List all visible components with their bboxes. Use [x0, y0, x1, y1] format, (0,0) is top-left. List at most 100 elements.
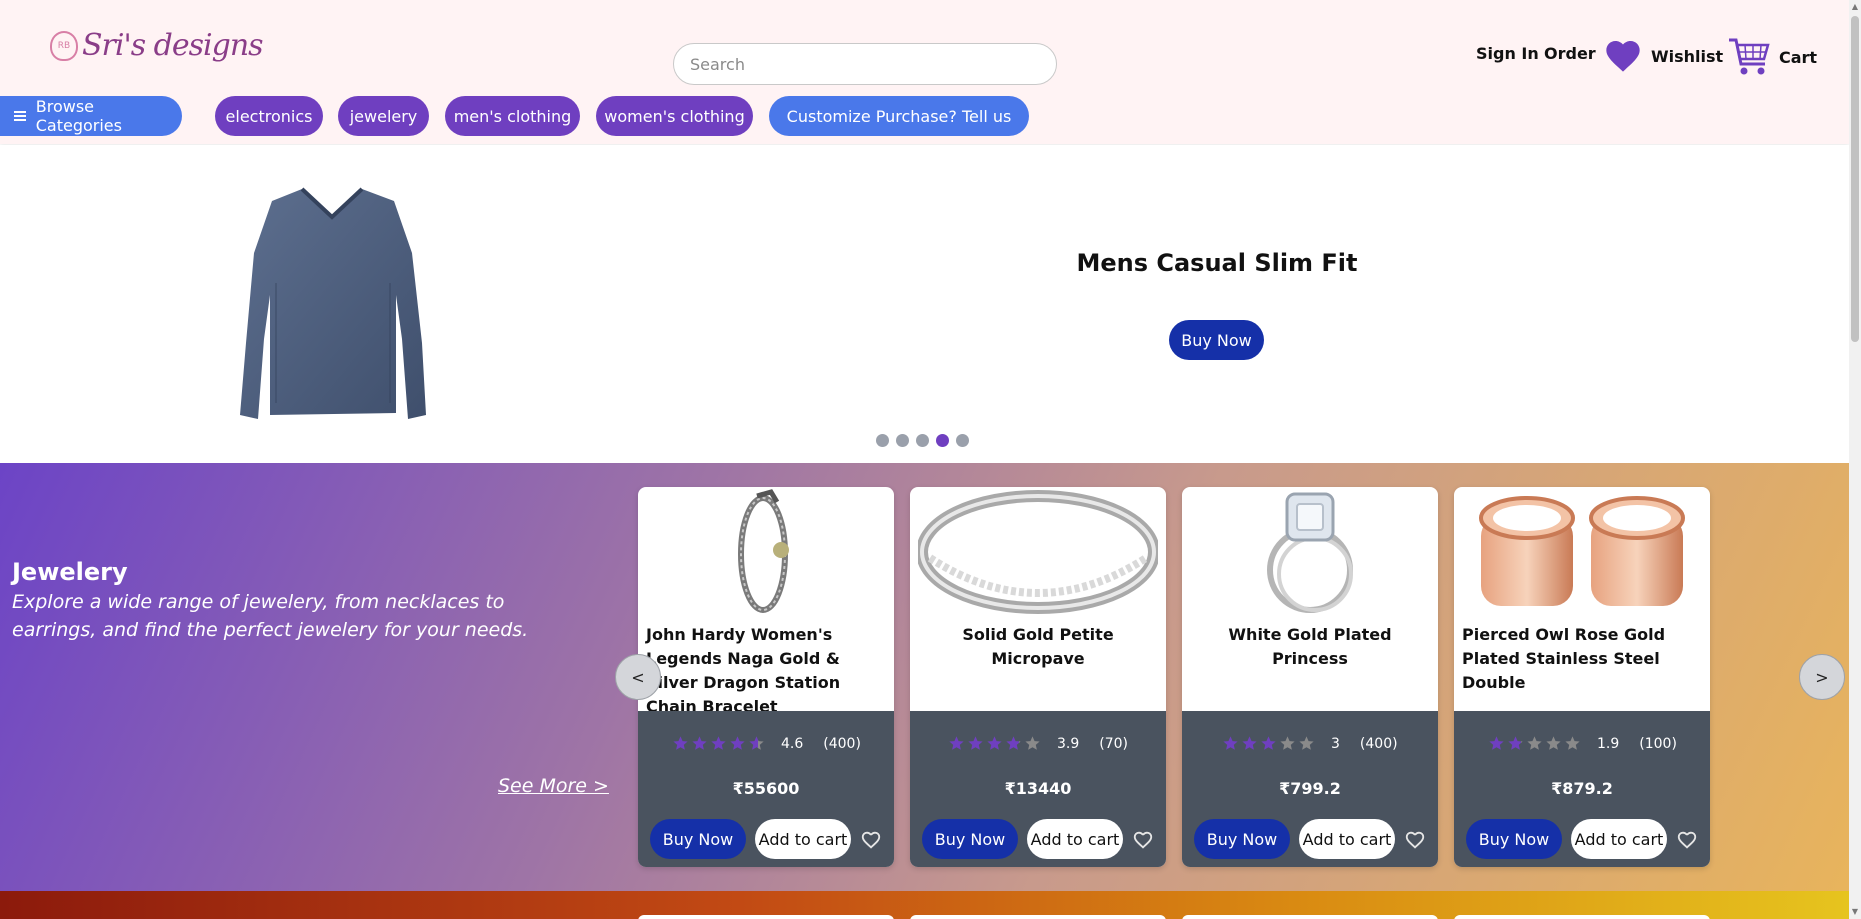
add-to-cart-button[interactable]: Add to cart [755, 819, 851, 859]
product-title[interactable]: Pierced Owl Rose Gold Plated Stainless S… [1462, 623, 1702, 695]
see-more-link[interactable]: See More > [498, 775, 609, 797]
product-card-peek [1182, 915, 1438, 919]
rating-value: 3.9 [1057, 735, 1080, 752]
category-mens-clothing[interactable]: men's clothing [445, 96, 580, 136]
product-title[interactable]: White Gold Plated Princess [1190, 623, 1430, 671]
star-rating [1488, 735, 1583, 752]
category-womens-clothing[interactable]: women's clothing [596, 96, 753, 136]
product-title[interactable]: Solid Gold Petite Micropave [918, 623, 1158, 671]
product-info-panel: 1.9 (100) ₹879.2 Buy Now Add to cart [1454, 711, 1710, 867]
star-icon [711, 736, 726, 750]
buy-now-button[interactable]: Buy Now [1466, 819, 1562, 859]
hero-product-image[interactable] [236, 183, 428, 423]
product-rating: 4.6 (400) [672, 735, 861, 752]
scroll-thumb[interactable] [1851, 16, 1859, 342]
carousel-prev-button[interactable]: < [615, 654, 661, 700]
menu-icon [14, 109, 26, 123]
product-card[interactable]: White Gold Plated Princess 3 (400) ₹799.… [1182, 487, 1438, 867]
star-rating [672, 735, 767, 752]
product-image[interactable] [1182, 487, 1438, 617]
scroll-down-arrow-icon[interactable]: ▼ [1851, 907, 1859, 917]
logo[interactable]: RB Sri's designs [50, 28, 264, 63]
page-scrollbar[interactable]: ▲ ▼ [1849, 0, 1861, 919]
product-card[interactable]: John Hardy Women's Legends Naga Gold & S… [638, 487, 894, 867]
hero-title: Mens Casual Slim Fit [1076, 249, 1358, 277]
star-icon [1261, 736, 1276, 750]
product-info-panel: 4.6 (400) ₹55600 Buy Now Add to cart [638, 711, 894, 867]
cart-label: Cart [1779, 47, 1818, 67]
browse-categories-button[interactable]: Browse Categories [0, 96, 182, 136]
heart-icon [1606, 41, 1640, 72]
product-info-panel: 3.9 (70) ₹13440 Buy Now Add to cart [910, 711, 1166, 867]
star-icon [1025, 736, 1040, 750]
product-card[interactable]: Solid Gold Petite Micropave 3.9 (70) ₹13… [910, 487, 1166, 867]
slider-dot[interactable] [956, 434, 969, 447]
micropave-ring-image [918, 490, 1158, 614]
star-icon [949, 736, 964, 750]
product-price: ₹13440 [1004, 779, 1072, 798]
star-icon [1508, 736, 1523, 750]
slider-dot-active[interactable] [936, 434, 949, 447]
scroll-up-arrow-icon[interactable]: ▲ [1851, 2, 1859, 12]
hero-buy-now-button[interactable]: Buy Now [1169, 320, 1264, 360]
customize-purchase-button[interactable]: Customize Purchase? Tell us [769, 96, 1029, 136]
star-icon [1280, 736, 1295, 750]
star-icon [692, 736, 707, 750]
rating-count: (400) [823, 735, 861, 752]
star-icon [1006, 736, 1021, 750]
product-title[interactable]: John Hardy Women's Legends Naga Gold & S… [646, 623, 886, 719]
product-card-peek [1454, 915, 1710, 919]
site-header: RB Sri's designs Sign In Order Wishlist … [0, 0, 1849, 144]
cart-icon [1729, 38, 1770, 75]
wishlist-link[interactable]: Wishlist [1603, 36, 1723, 76]
rating-value: 3 [1331, 735, 1340, 752]
category-jewelery[interactable]: jewelery [338, 96, 429, 136]
heart-outline-icon[interactable] [1676, 829, 1698, 851]
slider-dot[interactable] [916, 434, 929, 447]
rose-gold-tunnels-image [1479, 496, 1685, 606]
product-rating: 3 (400) [1222, 735, 1398, 752]
buy-now-button[interactable]: Buy Now [922, 819, 1018, 859]
chain-bracelet-image [738, 489, 789, 613]
slider-dot[interactable] [876, 434, 889, 447]
princess-ring-image [1267, 492, 1353, 613]
logo-text: Sri's designs [82, 28, 264, 63]
rating-value: 1.9 [1597, 735, 1620, 752]
carousel-next-button[interactable]: > [1799, 654, 1845, 700]
heart-outline-icon[interactable] [1132, 829, 1154, 851]
buy-now-button[interactable]: Buy Now [1194, 819, 1290, 859]
star-rating [948, 735, 1043, 752]
star-icon [673, 736, 688, 750]
sign-in-label: Sign In [1476, 44, 1539, 63]
heart-outline-icon[interactable] [1404, 829, 1426, 851]
category-label: electronics [225, 106, 313, 126]
jewelery-section: Jewelery Explore a wide range of jeweler… [0, 463, 1849, 891]
slider-dot[interactable] [896, 434, 909, 447]
add-to-cart-button[interactable]: Add to cart [1571, 819, 1667, 859]
add-to-cart-button[interactable]: Add to cart [1299, 819, 1395, 859]
product-image[interactable] [1454, 487, 1710, 617]
sign-in-link[interactable]: Sign In [1476, 44, 1539, 63]
buy-now-button[interactable]: Buy Now [650, 819, 746, 859]
search-input[interactable] [673, 43, 1057, 85]
add-to-cart-button[interactable]: Add to cart [1027, 819, 1123, 859]
heart-outline-icon[interactable] [860, 829, 882, 851]
product-price: ₹799.2 [1279, 779, 1341, 798]
prev-arrow-icon: < [631, 667, 645, 687]
cart-link[interactable]: Cart [1727, 36, 1817, 78]
next-arrow-icon: > [1815, 667, 1829, 687]
product-card-peek [638, 915, 894, 919]
product-info-panel: 3 (400) ₹799.2 Buy Now Add to cart [1182, 711, 1438, 867]
product-image[interactable] [638, 487, 894, 617]
star-icon [1299, 736, 1314, 750]
star-icon [1489, 736, 1504, 750]
product-card[interactable]: Pierced Owl Rose Gold Plated Stainless S… [1454, 487, 1710, 867]
star-icon [968, 736, 983, 750]
slider-dots [876, 434, 969, 447]
product-image[interactable] [910, 487, 1166, 617]
star-rating [1222, 735, 1317, 752]
rating-count: (400) [1359, 735, 1398, 752]
category-electronics[interactable]: electronics [215, 96, 323, 136]
browse-categories-label: Browse Categories [35, 97, 122, 135]
order-link[interactable]: Order [1544, 44, 1596, 63]
